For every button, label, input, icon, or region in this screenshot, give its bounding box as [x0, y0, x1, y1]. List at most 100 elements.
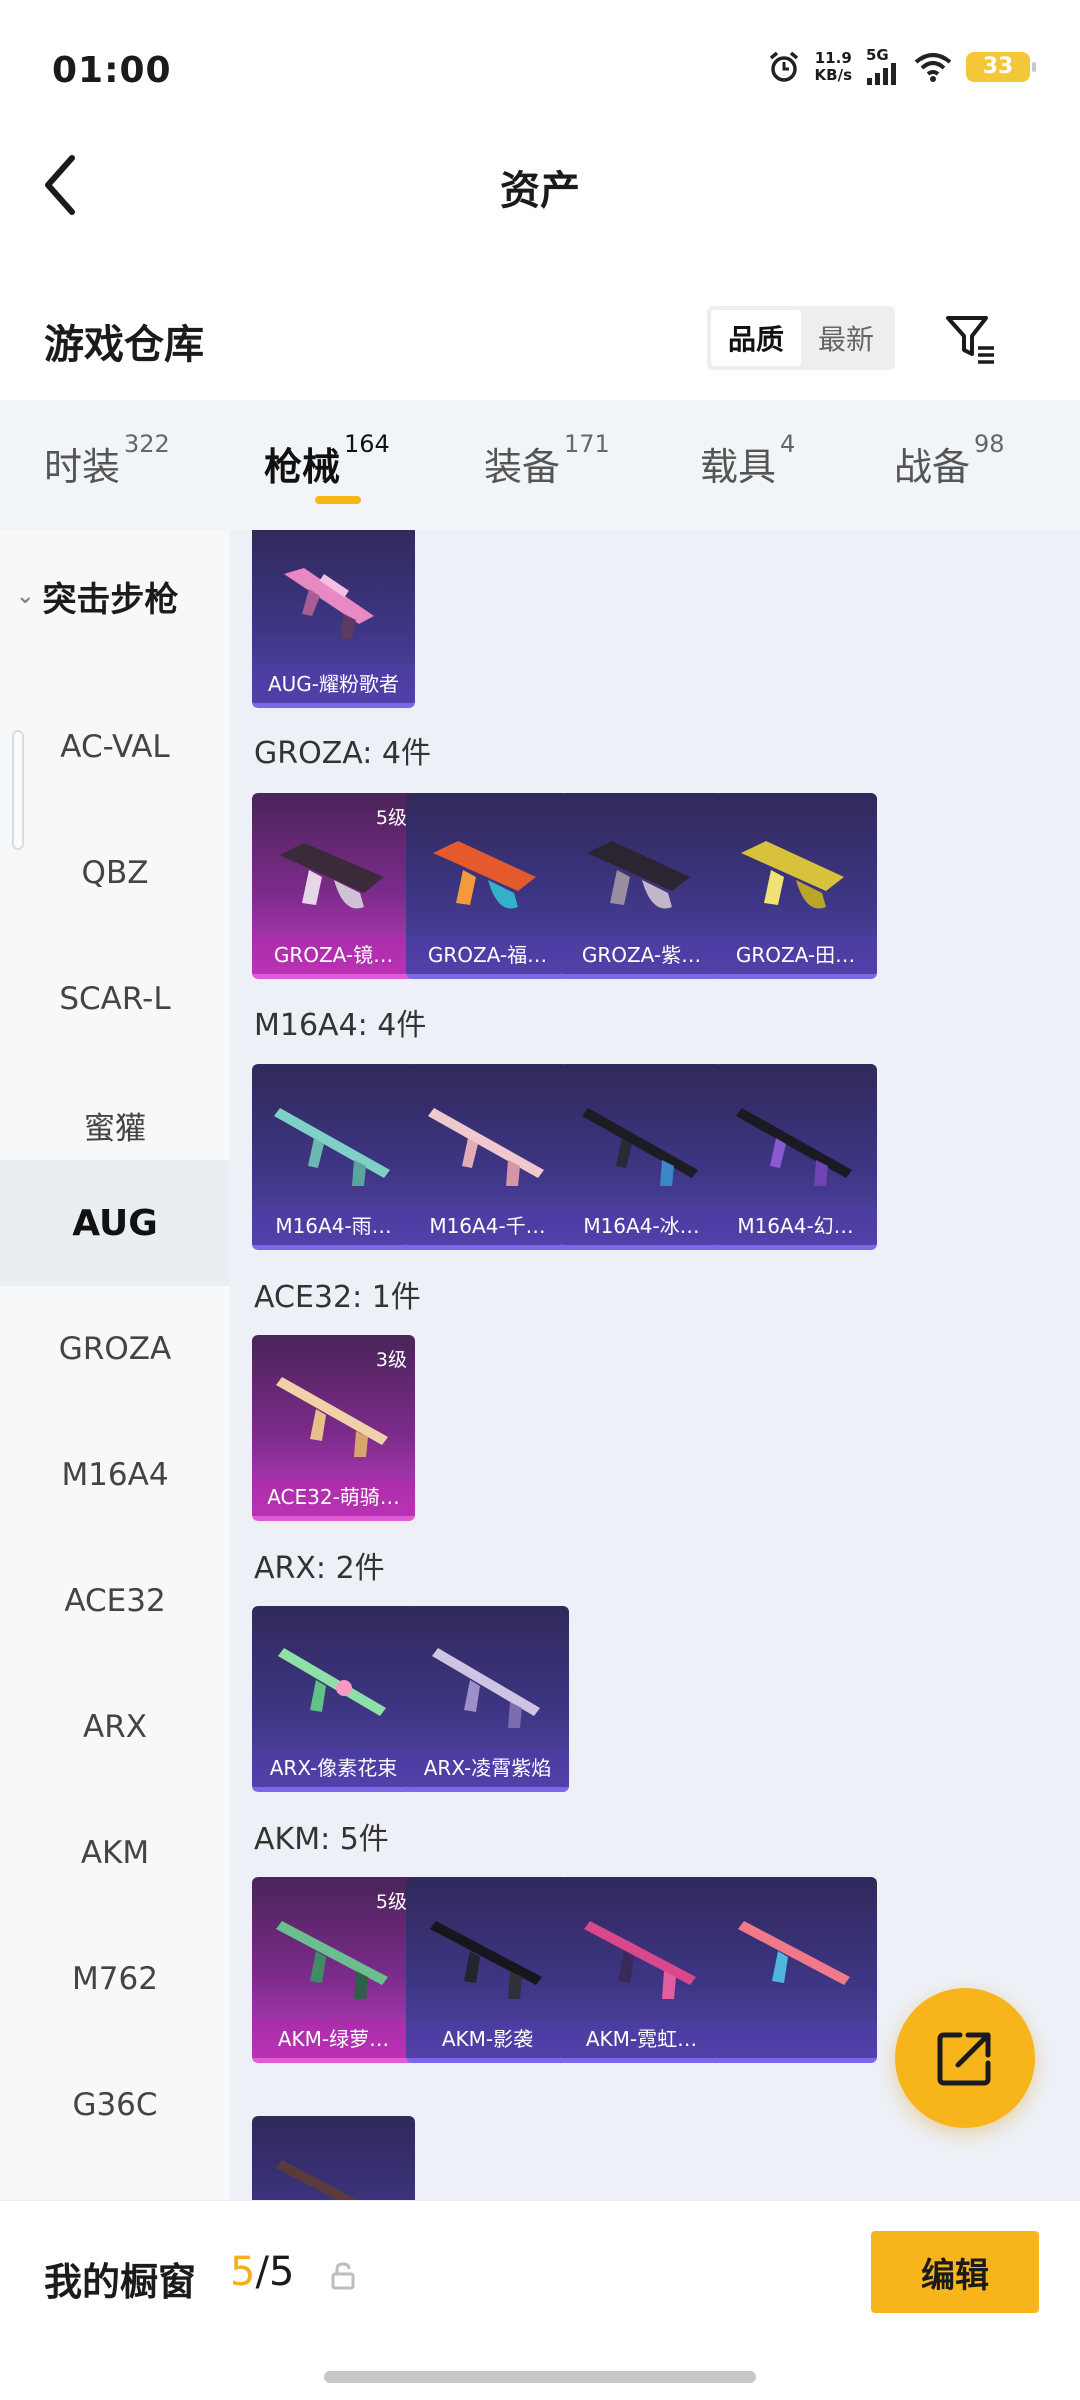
skin-card[interactable]: AKM-影袭: [406, 1877, 569, 2063]
skin-card[interactable]: [252, 2116, 415, 2200]
network-speed-unit: KB/s: [814, 65, 852, 84]
status-time: 01:00: [52, 50, 172, 91]
skin-name: ACE32-萌骑…: [252, 1478, 415, 1516]
sort-newest-option[interactable]: 最新: [801, 310, 891, 366]
weapon-skin-image: [432, 1648, 540, 1728]
weapon-grid: AUG-耀粉歌者 GROZA: 4件 5级 GROZA-镜… GROZA-福… …: [230, 530, 1080, 2200]
tab-count: 98: [974, 430, 1005, 458]
skin-card[interactable]: 5级 AKM-绿萝…: [252, 1877, 415, 2063]
section-title-groza: GROZA: 4件: [254, 736, 431, 771]
sidebar-item-scar-l[interactable]: SCAR-L: [0, 936, 230, 1062]
skin-name: ARX-像素花束: [252, 1749, 415, 1787]
signal-icon: [867, 63, 896, 85]
skin-card[interactable]: M16A4-雨…: [252, 1064, 415, 1250]
weapon-skin-image: [587, 841, 690, 909]
skin-name: AKM-影袭: [406, 2020, 569, 2058]
tab-label: 枪械: [264, 445, 341, 489]
skin-name: M16A4-千…: [406, 1207, 569, 1245]
sidebar-item-m16a4[interactable]: M16A4: [0, 1412, 230, 1538]
lock-icon: [331, 2262, 355, 2290]
weapon-skin-image: [736, 1108, 852, 1186]
skin-card[interactable]: M16A4-千…: [406, 1064, 569, 1250]
weapon-skin-image: [430, 1921, 542, 1999]
tab-firearms[interactable]: 枪械164: [264, 430, 390, 491]
sort-toggle[interactable]: 品质 最新: [707, 306, 895, 370]
skin-card[interactable]: 5级 GROZA-镜…: [252, 793, 415, 979]
weapon-skin-image: [279, 843, 384, 909]
skin-name: GROZA-田…: [714, 936, 877, 974]
section-title-ace32: ACE32: 1件: [254, 1280, 421, 1315]
sidebar-item-akm[interactable]: AKM: [0, 1790, 230, 1916]
showcase-count: 5/5: [230, 2249, 294, 2295]
page-title: 资产: [500, 168, 580, 214]
skin-card[interactable]: M16A4-冰…: [560, 1064, 723, 1250]
tab-label: 时装: [44, 445, 121, 489]
sidebar-item-qbz[interactable]: QBZ: [0, 810, 230, 936]
showcase-total: 5: [268, 2249, 295, 2295]
skin-card[interactable]: GROZA-福…: [406, 793, 569, 979]
skin-card[interactable]: GROZA-紫…: [560, 793, 723, 979]
sort-quality-option[interactable]: 品质: [711, 310, 801, 366]
tab-label: 载具: [700, 445, 777, 489]
weapon-skin-image: [433, 841, 536, 909]
sidebar-item-ac-val[interactable]: AC-VAL: [0, 684, 230, 810]
section-title-arx: ARX: 2件: [254, 1551, 385, 1586]
skin-name: AUG-耀粉歌者: [252, 665, 415, 703]
weapon-sidebar: ⌄ 突击步枪 AC-VAL QBZ SCAR-L 蜜獾 AUG GROZA M1…: [0, 530, 230, 2200]
skin-name: [714, 2020, 877, 2058]
skin-card[interactable]: ARX-凌霄紫焰: [406, 1606, 569, 1792]
skin-card[interactable]: ARX-像素花束: [252, 1606, 415, 1792]
skin-card[interactable]: 3级 ACE32-萌骑…: [252, 1335, 415, 1521]
sidebar-item-ace32[interactable]: ACE32: [0, 1538, 230, 1664]
weapon-skin-image: [276, 1377, 388, 1457]
tab-fashion[interactable]: 时装322: [44, 430, 170, 491]
showcase-current: 5: [230, 2249, 256, 2295]
skin-name: M16A4-冰…: [560, 1207, 723, 1245]
sidebar-group-label: 突击步枪: [42, 580, 179, 620]
sidebar-item-arx[interactable]: ARX: [0, 1664, 230, 1790]
skin-name: AKM-霓虹…: [560, 2020, 723, 2058]
weapon-skin-image: [582, 1108, 698, 1186]
filter-icon[interactable]: [942, 310, 998, 366]
skin-card[interactable]: AUG-耀粉歌者: [252, 530, 415, 708]
sidebar-item-groza[interactable]: GROZA: [0, 1286, 230, 1412]
skin-name: ARX-凌霄紫焰: [406, 1749, 569, 1787]
skin-name: GROZA-镜…: [252, 936, 415, 974]
skin-card[interactable]: [714, 1877, 877, 2063]
section-title-m16a4: M16A4: 4件: [254, 1008, 427, 1043]
skin-card[interactable]: AKM-霓虹…: [560, 1877, 723, 2063]
network-type: 5G: [866, 46, 889, 64]
tab-count: 4: [780, 430, 796, 458]
active-tab-indicator: [315, 496, 361, 504]
tab-supplies[interactable]: 战备98: [894, 430, 1005, 491]
sidebar-item-aug[interactable]: AUG: [0, 1160, 230, 1286]
wifi-icon: [914, 52, 952, 82]
signal-group: 5G: [866, 48, 900, 85]
alarm-icon: [769, 51, 798, 82]
share-button[interactable]: [895, 1988, 1035, 2128]
sidebar-scroll-handle[interactable]: [12, 730, 24, 850]
category-tabs: 时装322 枪械164 装备171 载具4 战备98: [0, 400, 1080, 530]
showcase-separator: /: [255, 2249, 269, 2295]
sidebar-group-assault-rifles[interactable]: ⌄ 突击步枪: [16, 572, 178, 621]
edit-button[interactable]: 编辑: [871, 2231, 1039, 2313]
tab-vehicles[interactable]: 载具4: [700, 430, 795, 491]
skin-name: M16A4-幻…: [714, 1207, 877, 1245]
tab-equipment[interactable]: 装备171: [484, 430, 610, 491]
sidebar-item-g36c[interactable]: G36C: [0, 2042, 230, 2168]
skin-name: GROZA-福…: [406, 936, 569, 974]
skin-name: AKM-绿萝…: [252, 2020, 415, 2058]
share-out-icon: [937, 2032, 991, 2086]
showcase-label: 我的橱窗: [44, 2260, 197, 2304]
tab-count: 164: [344, 430, 390, 458]
warehouse-title: 游戏仓库: [44, 322, 204, 368]
skin-card[interactable]: M16A4-幻…: [714, 1064, 877, 1250]
status-icons: 11.9 KB/s 5G 33: [767, 48, 1036, 85]
weapon-skin-image: [584, 1921, 696, 1999]
skin-card[interactable]: GROZA-田…: [714, 793, 877, 979]
tab-count: 171: [564, 430, 610, 458]
sidebar-item-m762[interactable]: M762: [0, 1916, 230, 2042]
weapon-skin-image: [274, 1108, 390, 1186]
weapon-skin-image: [741, 841, 844, 909]
home-indicator[interactable]: [324, 2371, 756, 2383]
